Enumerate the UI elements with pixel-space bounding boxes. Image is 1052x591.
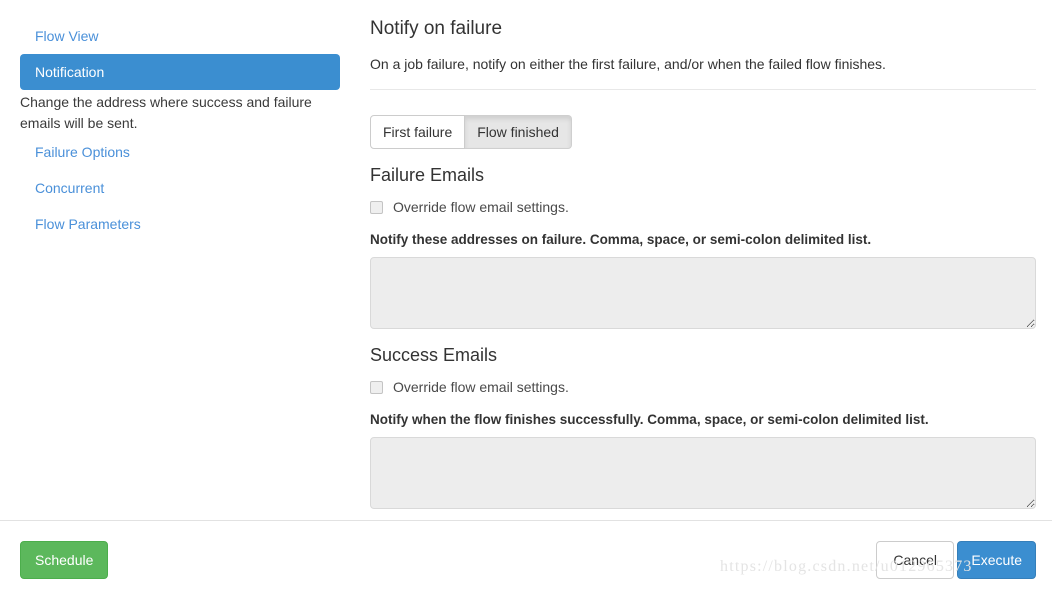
- sidebar-item-failure-options[interactable]: Failure Options: [20, 134, 340, 170]
- sidebar-item-flow-view[interactable]: Flow View: [20, 18, 340, 54]
- success-emails-field-label: Notify when the flow finishes successful…: [370, 412, 929, 427]
- settings-dialog: Flow View Notification Change the addres…: [0, 0, 1052, 591]
- success-emails-heading: Success Emails: [370, 345, 498, 365]
- dialog-footer: Schedule Cancel Execute: [0, 520, 1052, 591]
- execute-button[interactable]: Execute: [957, 541, 1036, 579]
- toggle-flow-finished[interactable]: Flow finished: [465, 115, 572, 149]
- sidebar-item-notification[interactable]: Notification: [20, 54, 340, 90]
- failure-emails-textarea[interactable]: [370, 257, 1036, 329]
- toggle-first-failure[interactable]: First failure: [370, 115, 466, 149]
- cancel-button[interactable]: Cancel: [876, 541, 954, 579]
- notification-panel: Notify on failure On a job failure, noti…: [370, 0, 1036, 520]
- success-override-checkbox[interactable]: [370, 380, 383, 394]
- sidebar-item-flow-parameters[interactable]: Flow Parameters: [20, 206, 340, 242]
- failure-emails-field-label: Notify these addresses on failure. Comma…: [370, 232, 872, 247]
- failure-override-checkbox[interactable]: [370, 200, 383, 214]
- success-emails-textarea[interactable]: [370, 437, 1036, 509]
- page-subtitle: On a job failure, notify on either the f…: [370, 56, 886, 72]
- header-divider: [370, 89, 1036, 90]
- failure-override-row: Override flow email settings.: [370, 197, 1036, 217]
- page-title: Notify on failure: [370, 18, 503, 39]
- failure-override-label: Override flow email settings.: [393, 199, 569, 215]
- success-override-label: Override flow email settings.: [393, 379, 569, 395]
- success-override-row: Override flow email settings.: [370, 377, 1036, 397]
- notify-timing-toggle-group: First failure Flow finished: [370, 115, 572, 149]
- schedule-button[interactable]: Schedule: [20, 541, 109, 579]
- settings-sidebar: Flow View Notification Change the addres…: [0, 0, 360, 520]
- sidebar-item-concurrent[interactable]: Concurrent: [20, 170, 340, 206]
- failure-emails-heading: Failure Emails: [370, 165, 485, 185]
- sidebar-active-description: Change the address where success and fai…: [20, 94, 312, 131]
